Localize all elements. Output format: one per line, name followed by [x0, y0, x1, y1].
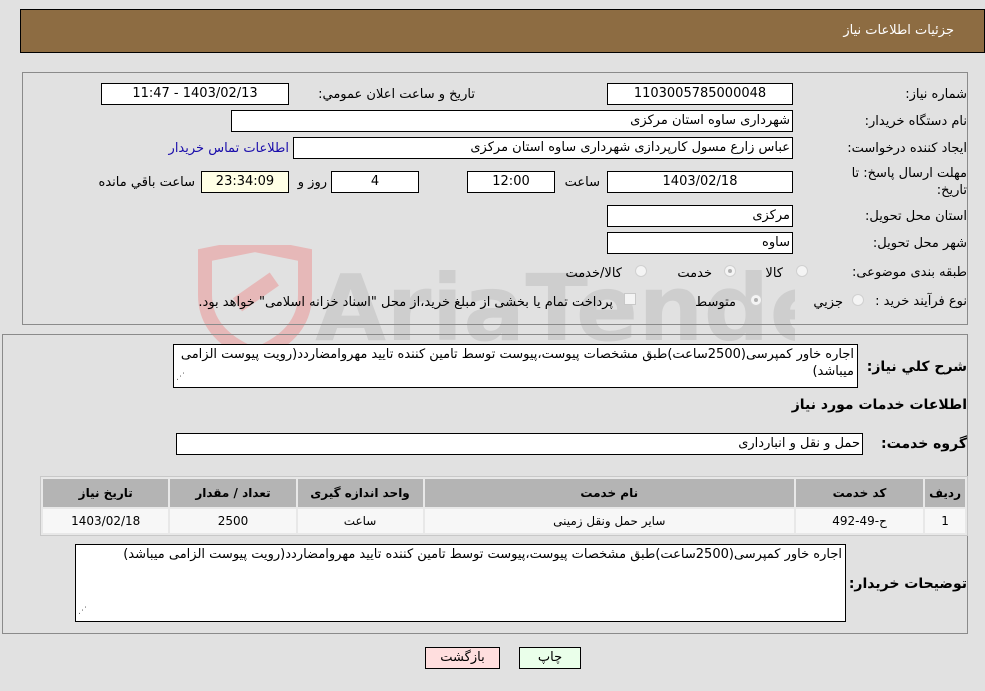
category-option-service: خدمت: [677, 266, 712, 281]
province-field[interactable]: مرکزی: [607, 205, 793, 227]
service-group-field[interactable]: حمل و نقل و انبارداری: [176, 433, 863, 455]
category-option-goods: کالا: [765, 266, 783, 281]
page-header: جزئیات اطلاعات نیاز: [20, 9, 985, 53]
need-number-label: شماره نیاز:: [905, 87, 967, 102]
table-row: 1 ح-49-492 سایر حمل ونقل زمینی ساعت 2500…: [43, 509, 965, 533]
services-section-title: اطلاعات خدمات مورد نیاز: [791, 397, 967, 413]
purchase-option-minor: جزيي: [813, 295, 843, 310]
col-header-row-number: ردیف: [925, 479, 965, 507]
category-radio-service[interactable]: [724, 265, 736, 277]
resize-handle-icon[interactable]: ⋰: [176, 369, 185, 386]
category-radio-goods-service[interactable]: [635, 265, 647, 277]
buyer-notes-textarea[interactable]: اجاره خاور کمپرسی(2500ساعت)طبق مشخصات پی…: [75, 544, 846, 622]
back-button[interactable]: بازگشت: [425, 647, 500, 669]
buyer-org-field[interactable]: شهرداری ساوه استان مرکزی: [231, 110, 793, 132]
cell-need-date: 1403/02/18: [43, 509, 169, 533]
deadline-label: مهلت ارسال پاسخ: تا تاریخ:: [851, 166, 967, 198]
services-table: ردیف کد خدمت نام خدمت واحد اندازه گیری ت…: [40, 476, 968, 536]
buyer-contact-link[interactable]: اطلاعات تماس خریدار: [169, 141, 289, 156]
announce-datetime-label: تاریخ و ساعت اعلان عمومي:: [318, 87, 475, 102]
col-header-need-date: تاریخ نیاز: [43, 479, 169, 507]
treasury-checkbox[interactable]: [624, 293, 636, 305]
table-header-row: ردیف کد خدمت نام خدمت واحد اندازه گیری ت…: [43, 479, 965, 507]
category-label: طبقه بندی موضوعی:: [851, 265, 967, 280]
col-header-service-code: کد خدمت: [795, 479, 924, 507]
days-label: روز و: [297, 175, 327, 190]
print-button[interactable]: چاپ: [519, 647, 581, 669]
purchase-radio-medium[interactable]: [750, 294, 762, 306]
col-header-unit: واحد اندازه گیری: [297, 479, 423, 507]
col-header-service-name: نام خدمت: [424, 479, 794, 507]
cell-row-number: 1: [925, 509, 965, 533]
category-option-goods-service: کالا/خدمت: [565, 266, 622, 281]
treasury-checkbox-label: پرداخت تمام یا بخشی از مبلغ خرید،از محل …: [198, 295, 613, 310]
remaining-time-field: 23:34:09: [201, 171, 289, 193]
category-radio-goods[interactable]: [796, 265, 808, 277]
description-text: اجاره خاور کمپرسی(2500ساعت)طبق مشخصات پی…: [180, 347, 854, 379]
buyer-notes-text: اجاره خاور کمپرسی(2500ساعت)طبق مشخصات پی…: [123, 547, 842, 562]
city-label: شهر محل تحویل:: [872, 236, 967, 251]
remaining-days-field[interactable]: 4: [331, 171, 419, 193]
deadline-time-field[interactable]: 12:00: [467, 171, 555, 193]
need-number-field[interactable]: 1103005785000048: [607, 83, 793, 105]
deadline-date-field[interactable]: 1403/02/18: [607, 171, 793, 193]
buyer-org-label: نام دستگاه خریدار:: [864, 114, 967, 129]
service-group-label: گروه خدمت:: [881, 436, 967, 452]
cell-unit: ساعت: [297, 509, 423, 533]
purchase-type-label: نوع فرآیند خرید :: [875, 294, 967, 309]
remaining-time-label: ساعت باقي مانده: [98, 175, 195, 190]
province-label: استان محل تحویل:: [865, 209, 967, 224]
buyer-notes-label: توضیحات خریدار:: [848, 576, 967, 592]
announce-datetime-field[interactable]: 1403/02/13 - 11:47: [101, 83, 289, 105]
cell-quantity: 2500: [170, 509, 296, 533]
description-label: شرح کلي نیاز:: [866, 359, 967, 375]
col-header-quantity: تعداد / مقدار: [170, 479, 296, 507]
purchase-radio-minor[interactable]: [852, 294, 864, 306]
deadline-time-label: ساعت: [564, 175, 600, 190]
city-field[interactable]: ساوه: [607, 232, 793, 254]
resize-handle-icon[interactable]: ⋰: [78, 603, 87, 620]
requester-label: ایجاد کننده درخواست:: [847, 141, 967, 156]
cell-service-code: ح-49-492: [795, 509, 924, 533]
description-textarea[interactable]: اجاره خاور کمپرسی(2500ساعت)طبق مشخصات پی…: [173, 344, 858, 388]
requester-field[interactable]: عباس زارع مسول کارپردازی شهرداری ساوه اس…: [293, 137, 793, 159]
page-title: جزئیات اطلاعات نیاز: [843, 23, 954, 38]
purchase-option-medium: متوسط: [695, 295, 736, 310]
cell-service-name: سایر حمل ونقل زمینی: [424, 509, 794, 533]
